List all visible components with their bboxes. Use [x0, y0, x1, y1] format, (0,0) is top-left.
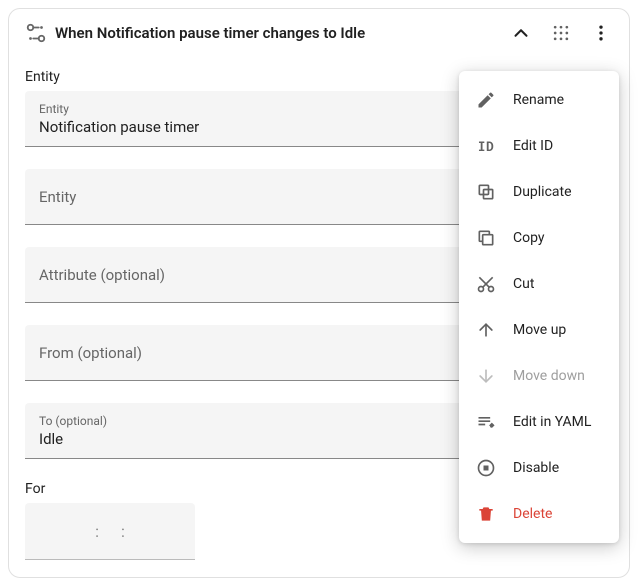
menu-cut[interactable]: Cut — [459, 261, 619, 307]
move-down-icon — [475, 365, 497, 387]
card-title: When Notification pause timer changes to… — [55, 24, 501, 42]
trigger-card: When Notification pause timer changes to… — [8, 8, 630, 578]
menu-move-up[interactable]: Move up — [459, 307, 619, 353]
overflow-menu-button[interactable] — [581, 13, 621, 53]
menu-edit-id-label: Edit ID — [513, 138, 553, 154]
rename-icon — [475, 89, 497, 111]
menu-delete-label: Delete — [513, 506, 552, 522]
menu-edit-yaml[interactable]: Edit in YAML — [459, 399, 619, 445]
menu-edit-yaml-label: Edit in YAML — [513, 414, 591, 430]
collapse-button[interactable] — [501, 13, 541, 53]
copy-icon — [475, 227, 497, 249]
menu-duplicate[interactable]: Duplicate — [459, 169, 619, 215]
menu-move-down: Move down — [459, 353, 619, 399]
menu-disable-label: Disable — [513, 460, 559, 476]
cut-icon — [475, 273, 497, 295]
menu-copy[interactable]: Copy — [459, 215, 619, 261]
menu-duplicate-label: Duplicate — [513, 184, 572, 200]
edit-yaml-icon — [475, 411, 497, 433]
menu-move-up-label: Move up — [513, 322, 566, 338]
move-up-icon — [475, 319, 497, 341]
duplicate-icon — [475, 181, 497, 203]
disable-icon — [475, 457, 497, 479]
menu-rename-label: Rename — [513, 92, 564, 108]
menu-disable[interactable]: Disable — [459, 445, 619, 491]
menu-delete[interactable]: Delete — [459, 491, 619, 537]
state-trigger-icon — [25, 22, 47, 44]
menu-cut-label: Cut — [513, 276, 534, 292]
card-header: When Notification pause timer changes to… — [9, 9, 629, 57]
drag-handle-icon[interactable] — [541, 13, 581, 53]
edit-id-icon: ID — [475, 135, 497, 157]
overflow-menu: Rename ID Edit ID Duplicate Copy Cut — [459, 71, 619, 543]
menu-rename[interactable]: Rename — [459, 77, 619, 123]
menu-copy-label: Copy — [513, 230, 545, 246]
menu-move-down-label: Move down — [513, 368, 585, 384]
menu-edit-id[interactable]: ID Edit ID — [459, 123, 619, 169]
delete-icon — [475, 503, 497, 525]
duration-input[interactable]: : : — [25, 503, 195, 560]
duration-placeholder: : : — [95, 522, 125, 541]
